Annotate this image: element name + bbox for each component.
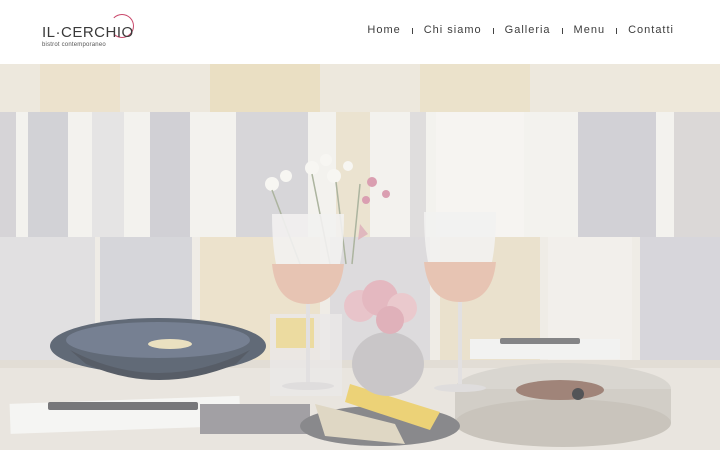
nav-galleria[interactable]: Galleria bbox=[505, 24, 551, 36]
nav-contatti[interactable]: Contatti bbox=[628, 24, 674, 36]
site-header: IL·CERCHIO bistrot contemporaneo Home Ch… bbox=[0, 0, 720, 64]
nav-separator bbox=[616, 28, 618, 34]
nav-separator bbox=[561, 28, 563, 34]
hero-image bbox=[0, 64, 720, 450]
logo-tagline: bistrot contemporaneo bbox=[42, 42, 106, 48]
nav-separator bbox=[492, 28, 494, 34]
nav-menu[interactable]: Menu bbox=[574, 24, 606, 36]
logo[interactable]: IL·CERCHIO bistrot contemporaneo bbox=[42, 14, 142, 54]
nav-chi-siamo[interactable]: Chi siamo bbox=[424, 24, 482, 36]
logo-name: IL·CERCHIO bbox=[42, 24, 134, 41]
main-nav: Home Chi siamo Galleria Menu Contatti bbox=[367, 24, 674, 36]
nav-home[interactable]: Home bbox=[367, 24, 400, 36]
nav-separator bbox=[411, 28, 413, 34]
restaurant-table-illustration bbox=[0, 64, 720, 450]
